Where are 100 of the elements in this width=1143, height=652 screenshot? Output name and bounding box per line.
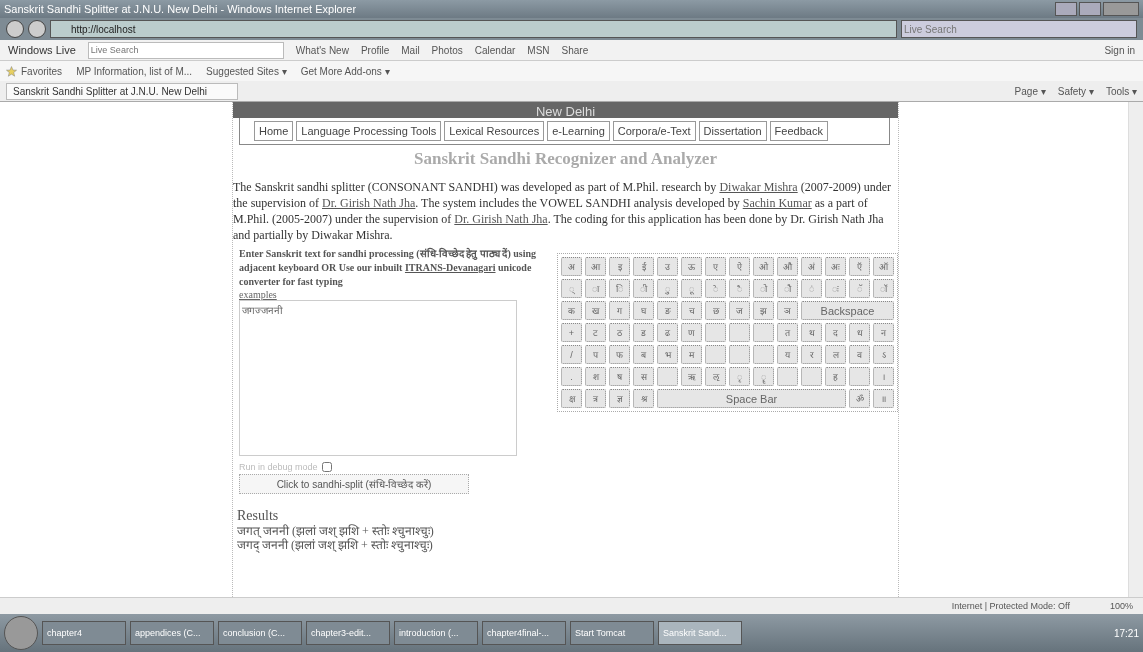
taskbar-button[interactable]: appendices (C... [130, 621, 214, 645]
keyboard-key[interactable]: ॉ [873, 279, 894, 298]
sign-in-link[interactable]: Sign in [1104, 44, 1135, 56]
keyboard-key[interactable]: / [561, 345, 582, 364]
toolbar-link[interactable]: What's New [295, 44, 349, 56]
nav-tab[interactable]: Dissertation [698, 121, 767, 141]
keyboard-key[interactable]: Backspace [801, 301, 894, 320]
keyboard-key[interactable]: ड [633, 323, 654, 342]
keyboard-key[interactable]: ऐ [729, 257, 750, 276]
keyboard-key[interactable]: ॐ [849, 389, 870, 408]
keyboard-key[interactable]: उ [657, 257, 678, 276]
taskbar-button[interactable]: chapter4final-... [482, 621, 566, 645]
search-field[interactable]: Live Search [901, 20, 1137, 38]
keyboard-key[interactable]: ई [633, 257, 654, 276]
start-button[interactable] [4, 616, 38, 650]
keyboard-key[interactable]: ः [825, 279, 846, 298]
minimize-button[interactable] [1055, 2, 1077, 16]
keyboard-key[interactable]: अं [801, 257, 822, 276]
keyboard-key[interactable]: र [801, 345, 822, 364]
command-menu[interactable]: Page ▾ [1014, 85, 1046, 97]
keyboard-key[interactable]: ो [753, 279, 774, 298]
examples-link[interactable]: examples [239, 289, 277, 300]
blank-key[interactable] [729, 345, 750, 364]
keyboard-key[interactable]: ढ [657, 323, 678, 342]
browser-tab[interactable]: Sanskrit Sandhi Splitter at J.N.U. New Delhi [6, 82, 238, 100]
keyboard-key[interactable]: श [585, 367, 606, 386]
forward-button[interactable] [28, 20, 46, 38]
keyboard-key[interactable]: ि [609, 279, 630, 298]
keyboard-key[interactable]: थ [801, 323, 822, 342]
scrollbar[interactable] [1128, 102, 1143, 597]
close-button[interactable] [1103, 2, 1139, 16]
keyboard-key[interactable]: ं [801, 279, 822, 298]
keyboard-key[interactable]: ऍ [849, 257, 870, 276]
maximize-button[interactable] [1079, 2, 1101, 16]
keyboard-key[interactable]: ण [681, 323, 702, 342]
address-field[interactable]: http://localhost [50, 20, 897, 38]
toolbar-link[interactable]: Profile [360, 44, 390, 56]
keyboard-key[interactable]: ज्ञ [609, 389, 630, 408]
taskbar-button[interactable]: chapter4 [42, 621, 126, 645]
keyboard-key[interactable]: ऑ [873, 257, 894, 276]
keyboard-key[interactable]: ी [633, 279, 654, 298]
keyboard-key[interactable]: ञ [777, 301, 798, 320]
nav-tab[interactable]: Corpora/e-Text [612, 121, 696, 141]
keyboard-key[interactable]: ख [585, 301, 606, 320]
toolbar-link[interactable]: Mail [401, 44, 420, 56]
nav-tab[interactable]: e-Learning [547, 121, 610, 141]
command-menu[interactable]: Safety ▾ [1057, 85, 1094, 97]
keyboard-key[interactable]: + [561, 323, 582, 342]
favorites-button[interactable]: Favorites [21, 65, 63, 77]
keyboard-key[interactable]: ङ [657, 301, 678, 320]
taskbar-button[interactable]: Start Tomcat [570, 621, 654, 645]
keyboard-key[interactable]: क [561, 301, 582, 320]
keyboard-key[interactable]: Space Bar [657, 389, 846, 408]
author-link[interactable]: Sachin Kumar [742, 196, 812, 210]
keyboard-key[interactable]: ै [729, 279, 750, 298]
nav-tab[interactable]: Feedback [769, 121, 828, 141]
text-input-field[interactable]: जगज्जननी [239, 300, 517, 456]
keyboard-key[interactable]: ठ [609, 323, 630, 342]
taskbar-button[interactable]: chapter3-edit... [306, 621, 390, 645]
nav-tab[interactable]: Lexical Resources [444, 121, 545, 141]
keyboard-key[interactable]: ॅ [849, 279, 870, 298]
keyboard-key[interactable]: ऌ [705, 367, 726, 386]
favorites-item[interactable]: Suggested Sites ▾ [206, 65, 287, 77]
keyboard-key[interactable]: न [873, 323, 894, 342]
toolbar-brand[interactable]: Windows Live [8, 44, 76, 56]
keyboard-key[interactable]: घ [633, 301, 654, 320]
nav-tab[interactable]: Home [254, 121, 294, 141]
keyboard-key[interactable]: ऽ [873, 345, 894, 364]
keyboard-key[interactable]: ओ [753, 257, 774, 276]
keyboard-key[interactable]: त्र [585, 389, 606, 408]
keyboard-key[interactable]: म [681, 345, 702, 364]
keyboard-key[interactable]: ॥ [873, 389, 894, 408]
keyboard-key[interactable]: फ [609, 345, 630, 364]
keyboard-key[interactable]: ष [609, 367, 630, 386]
split-button[interactable]: Click to sandhi-split (संधि-विच्छेद करें) [239, 474, 469, 494]
debug-checkbox[interactable] [321, 462, 332, 472]
keyboard-key[interactable]: त [777, 323, 798, 342]
keyboard-key[interactable]: स [633, 367, 654, 386]
keyboard-key[interactable]: ् [561, 279, 582, 298]
taskbar-button[interactable]: conclusion (C... [218, 621, 302, 645]
blank-key[interactable] [777, 367, 798, 386]
converter-link[interactable]: ITRANS-Devanagari [404, 262, 496, 273]
keyboard-key[interactable]: क्ष [561, 389, 582, 408]
blank-key[interactable] [753, 323, 774, 342]
favorites-item[interactable]: Get More Add-ons ▾ [300, 65, 390, 77]
keyboard-key[interactable]: औ [777, 257, 798, 276]
keyboard-key[interactable]: ल [825, 345, 846, 364]
keyboard-key[interactable]: श्र [633, 389, 654, 408]
keyboard-key[interactable]: झ [753, 301, 774, 320]
keyboard-key[interactable]: च [681, 301, 702, 320]
keyboard-key[interactable]: द [825, 323, 846, 342]
keyboard-key[interactable]: य [777, 345, 798, 364]
toolbar-link[interactable]: Calendar [474, 44, 516, 56]
command-menu[interactable]: Tools ▾ [1105, 85, 1137, 97]
keyboard-key[interactable]: ऊ [681, 257, 702, 276]
keyboard-key[interactable]: व [849, 345, 870, 364]
keyboard-key[interactable]: ह [825, 367, 846, 386]
keyboard-key[interactable]: ए [705, 257, 726, 276]
favorites-item[interactable]: MP Information, list of M... [76, 65, 193, 77]
taskbar-button[interactable]: introduction (... [394, 621, 478, 645]
